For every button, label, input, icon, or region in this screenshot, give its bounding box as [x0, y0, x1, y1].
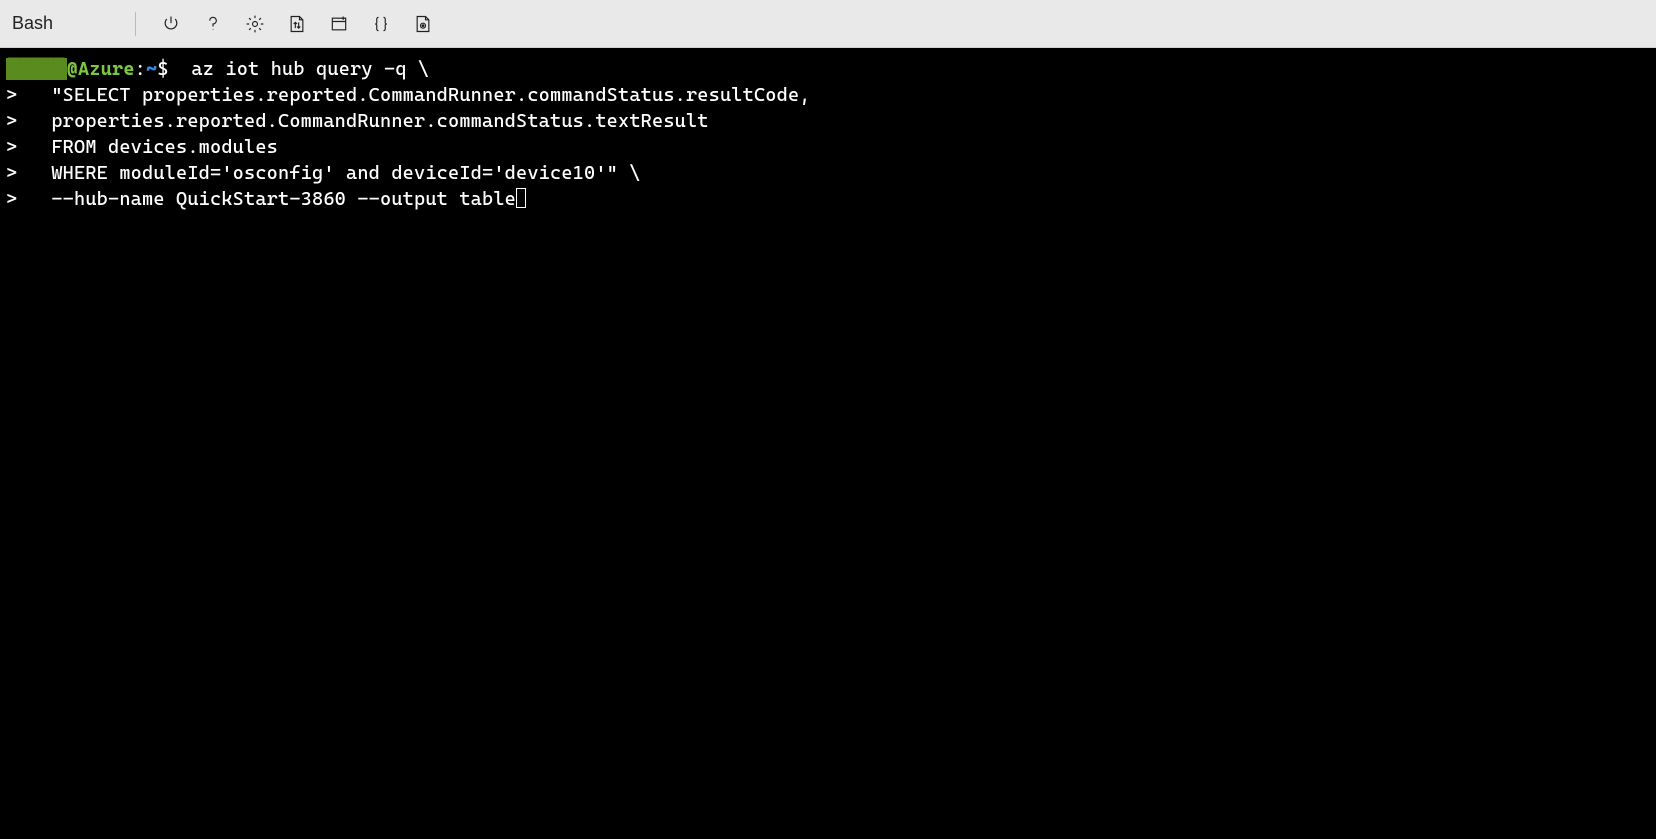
prompt-user-redacted: █████	[6, 58, 67, 80]
command-line-3: properties.reported.CommandRunner.comman…	[17, 110, 708, 132]
toolbar-divider	[135, 12, 136, 36]
prompt-dollar: $	[157, 58, 168, 80]
prompt-host: @Azure	[67, 58, 135, 80]
terminal-output[interactable]: █████@Azure:~$ az iot hub query -q \ > "…	[0, 48, 1656, 839]
shell-selector-dropdown[interactable]: Bash	[10, 13, 121, 34]
prompt-path: ~	[146, 58, 157, 80]
shell-selector-label: Bash	[12, 13, 113, 34]
continuation-prompt: >	[6, 188, 17, 210]
command-line-1: az iot hub query -q \	[169, 58, 430, 80]
upload-download-icon[interactable]	[286, 13, 308, 35]
continuation-prompt: >	[6, 136, 17, 158]
editor-braces-icon[interactable]	[370, 13, 392, 35]
terminal-cursor	[516, 188, 526, 208]
new-session-icon[interactable]	[328, 13, 350, 35]
command-line-4: FROM devices.modules	[17, 136, 278, 158]
cloud-shell-toolbar: Bash	[0, 0, 1656, 48]
continuation-prompt: >	[6, 110, 17, 132]
prompt-colon: :	[135, 58, 146, 80]
settings-gear-icon[interactable]	[244, 13, 266, 35]
command-line-2: "SELECT properties.reported.CommandRunne…	[17, 84, 810, 106]
command-line-5: WHERE moduleId='osconfig' and deviceId='…	[17, 162, 640, 184]
continuation-prompt: >	[6, 162, 17, 184]
help-icon[interactable]	[202, 13, 224, 35]
command-line-6: --hub-name QuickStart-3860 --output tabl…	[17, 188, 516, 210]
power-restart-icon[interactable]	[160, 13, 182, 35]
web-preview-icon[interactable]	[412, 13, 434, 35]
continuation-prompt: >	[6, 84, 17, 106]
